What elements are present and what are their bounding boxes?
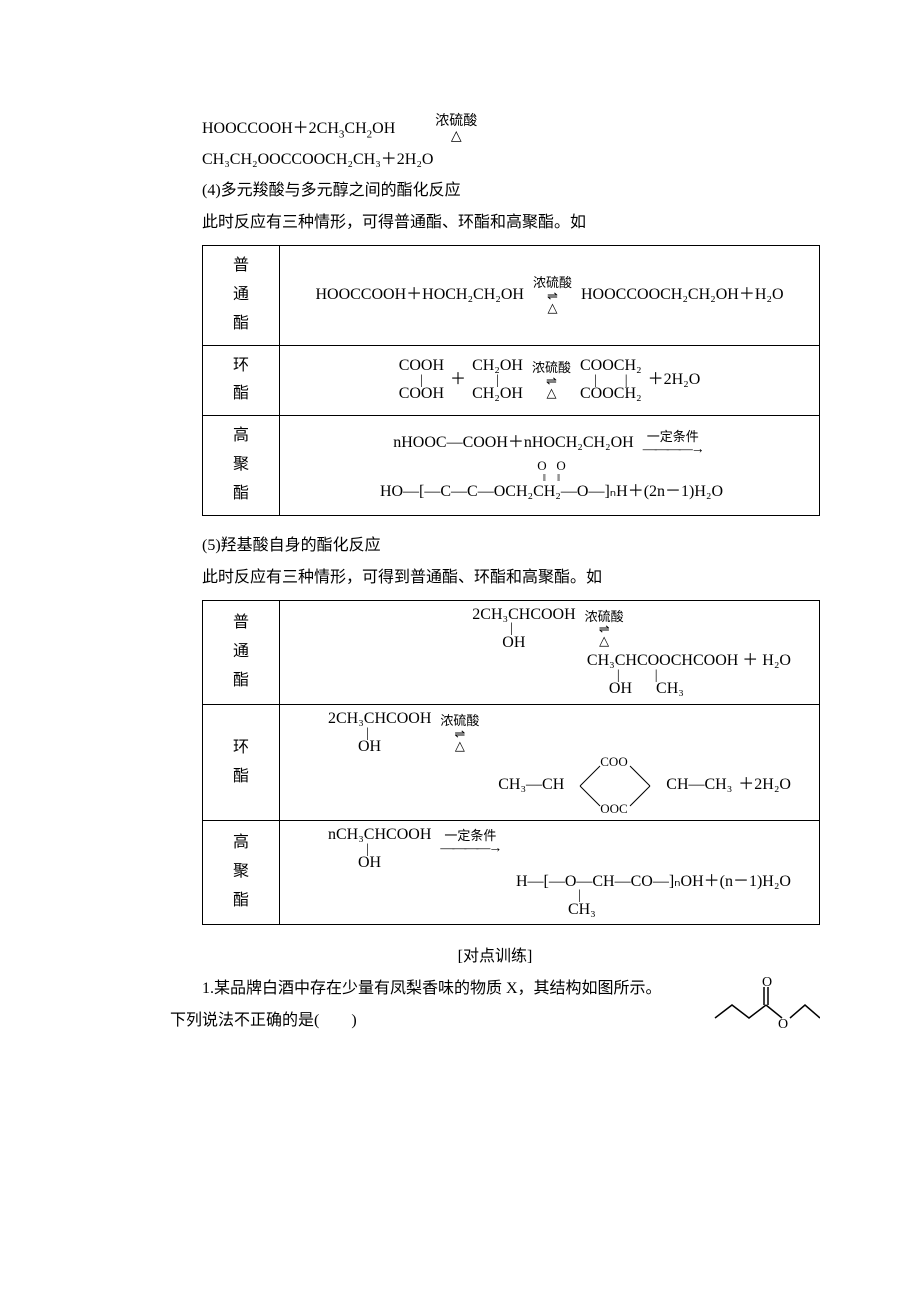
svg-text:O: O (778, 1017, 788, 1032)
row-content: 2CH₃CHCOOH | OH 浓硫酸 ⇌ △ CH₃—CH (280, 705, 820, 821)
equilibrium-arrow: 浓硫酸 ⇌ △ (585, 609, 624, 649)
text: CH₂OH (472, 386, 523, 403)
equilibrium-arrow: 浓硫酸 ⇌ △ (533, 275, 572, 315)
text: OOC (600, 801, 627, 818)
row-content: nCH₃CHCOOH | OH 一定条件 ————→ H—[—O—CH—CO—]… (280, 820, 820, 925)
text: OH (358, 855, 381, 872)
product: H—[—O—CH—CO—]ₙOH＋(n－1)H₂O | CH₃ (516, 874, 791, 919)
text: OH (372, 120, 395, 137)
text: CH₃ (568, 902, 596, 919)
equilibrium-arrow: 浓硫酸 ⇌ △ (440, 713, 479, 753)
hex-ring: COO OOC (570, 758, 660, 814)
intro-5: 此时反应有三种情形，可得到普通酯、环酯和高聚酯。如 (170, 562, 820, 594)
condition-top: 浓硫酸 (403, 114, 477, 129)
row-label: 环酯 (203, 705, 280, 821)
text: 2CH₃CHCOOH (328, 711, 431, 728)
intro-4: 此时反应有三种情形，可得普通酯、环酯和高聚酯。如 (170, 207, 820, 239)
lhs: HOOCCOOH＋HOCH₂CH₂OH (315, 285, 524, 306)
text: nCH₃CHCOOH (328, 827, 431, 844)
row-content: 2CH₃CHCOOH | OH 浓硫酸 ⇌ △ CH₃CHCOOCHCOOH ＋… (280, 600, 820, 705)
text: COO (600, 754, 627, 771)
reactant-b: CH₂OH | CH₂OH (472, 358, 523, 403)
text: H—[—O—CH—CO—]ₙOH＋(n－1)H₂O (516, 874, 791, 891)
text: COOH (399, 386, 444, 403)
text: CH₃ (656, 680, 684, 697)
formula-line-1: HOOCCOOH＋2CH3CH2OH 浓硫酸 △ (170, 114, 820, 145)
row-label: 普通酯 (203, 600, 280, 705)
cond: △ (455, 738, 465, 754)
question-1: 1.某品牌白酒中存在少量有凤梨香味的物质 X，其结构如图所示。下列说法不正确的是… (170, 973, 820, 1045)
cond: 一定条件 (444, 829, 496, 842)
cond: △ (546, 385, 556, 401)
row-label: 高聚酯 (203, 820, 280, 925)
formula-line-2: CH₃CH₂OOCCOOCH₂CH₃＋2H₂O (170, 149, 820, 171)
arrow: 一定条件 ————→ (440, 829, 500, 856)
practice-title: [对点训练] (170, 941, 820, 973)
svg-text:O: O (762, 975, 772, 990)
question-1-structure: O O (678, 973, 820, 1045)
text: CH (344, 120, 366, 137)
table-row: 普通酯 2CH₃CHCOOH | OH 浓硫酸 ⇌ △ (203, 600, 820, 705)
row-label: 高聚酯 (203, 416, 280, 515)
row-content: HOOCCOOH＋HOCH₂CH₂OH 浓硫酸 ⇌ △ HOOCCOOCH₂CH… (280, 246, 820, 345)
question-1-text: 1.某品牌白酒中存在少量有凤梨香味的物质 X，其结构如图所示。下列说法不正确的是… (170, 973, 668, 1037)
text: HOOCCOOH＋2CH (202, 120, 339, 137)
reactant: 2CH₃CHCOOH | OH (472, 607, 575, 652)
table-row: 普通酯 HOOCCOOH＋HOCH₂CH₂OH 浓硫酸 ⇌ △ HOOCCOOC… (203, 246, 820, 345)
heading-4: (4)多元羧酸与多元醇之间的酯化反应 (170, 175, 820, 207)
hex-right: CH—CH₃ (666, 775, 732, 796)
reactant-a: COOH | COOH (399, 358, 444, 403)
equilibrium-arrow: 浓硫酸 ⇌ △ (532, 360, 571, 400)
heading-5: (5)羟基酸自身的酯化反应 (170, 530, 820, 562)
o: O (556, 458, 565, 473)
product: COOCH₂ | | COOCH₂ (580, 358, 642, 403)
ester-structure-icon: O O (710, 973, 820, 1033)
row-label: 普通酯 (203, 246, 280, 345)
tail: ＋2H₂O (648, 370, 701, 391)
product: CH₃CHCOOCHCOOH ＋ H₂O | | OH CH₃ (587, 653, 791, 698)
text: OH (609, 680, 632, 697)
o: O (537, 458, 546, 473)
rhs: HOOCCOOCH₂CH₂OH＋H₂O (581, 285, 784, 306)
cond: △ (547, 300, 557, 316)
table-row: 环酯 COOH | COOH ＋ CH₂OH | CH₂OH 浓硫酸 ⇌ △ (203, 345, 820, 416)
arrow: 一定条件 ————→ (643, 430, 703, 457)
cond: △ (599, 633, 609, 649)
tail: ＋2H₂O (738, 775, 791, 796)
row-content: COOH | COOH ＋ CH₂OH | CH₂OH 浓硫酸 ⇌ △ COOC… (280, 345, 820, 416)
text: 2CH₃CHCOOH (472, 607, 575, 624)
table-2: 普通酯 2CH₃CHCOOH | OH 浓硫酸 ⇌ △ (202, 600, 820, 926)
reaction-condition: 浓硫酸 △ (403, 114, 477, 145)
lhs: nHOOC—COOH＋nHOCH₂CH₂OH (393, 433, 634, 454)
text: COOCH₂ (580, 386, 642, 403)
text: OH (502, 635, 525, 652)
cond: 一定条件 (647, 430, 699, 443)
reactant: nCH₃CHCOOH | OH (328, 827, 431, 872)
text: OH (358, 739, 381, 756)
table-row: 高聚酯 nHOOC—COOH＋nHOCH₂CH₂OH 一定条件 ————→ O … (203, 416, 820, 515)
table-row: 环酯 2CH₃CHCOOH | OH 浓硫酸 ⇌ △ CH₃—CH (203, 705, 820, 821)
row-content: nHOOC—COOH＋nHOCH₂CH₂OH 一定条件 ————→ O O ‖ … (280, 416, 820, 515)
reactant: 2CH₃CHCOOH | OH (328, 711, 431, 756)
table-1: 普通酯 HOOCCOOH＋HOCH₂CH₂OH 浓硫酸 ⇌ △ HOOCCOOC… (202, 245, 820, 515)
plus: ＋ (450, 370, 466, 391)
row-label: 环酯 (203, 345, 280, 416)
co-group: O O ‖ ‖ HO—[—C—C—OCH₂CH₂—O—]ₙH＋(2n－1)H₂O (380, 459, 723, 501)
table-row: 高聚酯 nCH₃CHCOOH | OH 一定条件 ————→ H—[ (203, 820, 820, 925)
condition-bottom: △ (419, 129, 462, 144)
polymer: HO—[—C—C—OCH₂CH₂—O—]ₙH＋(2n－1)H₂O (380, 484, 723, 501)
hex-left: CH₃—CH (498, 775, 564, 796)
